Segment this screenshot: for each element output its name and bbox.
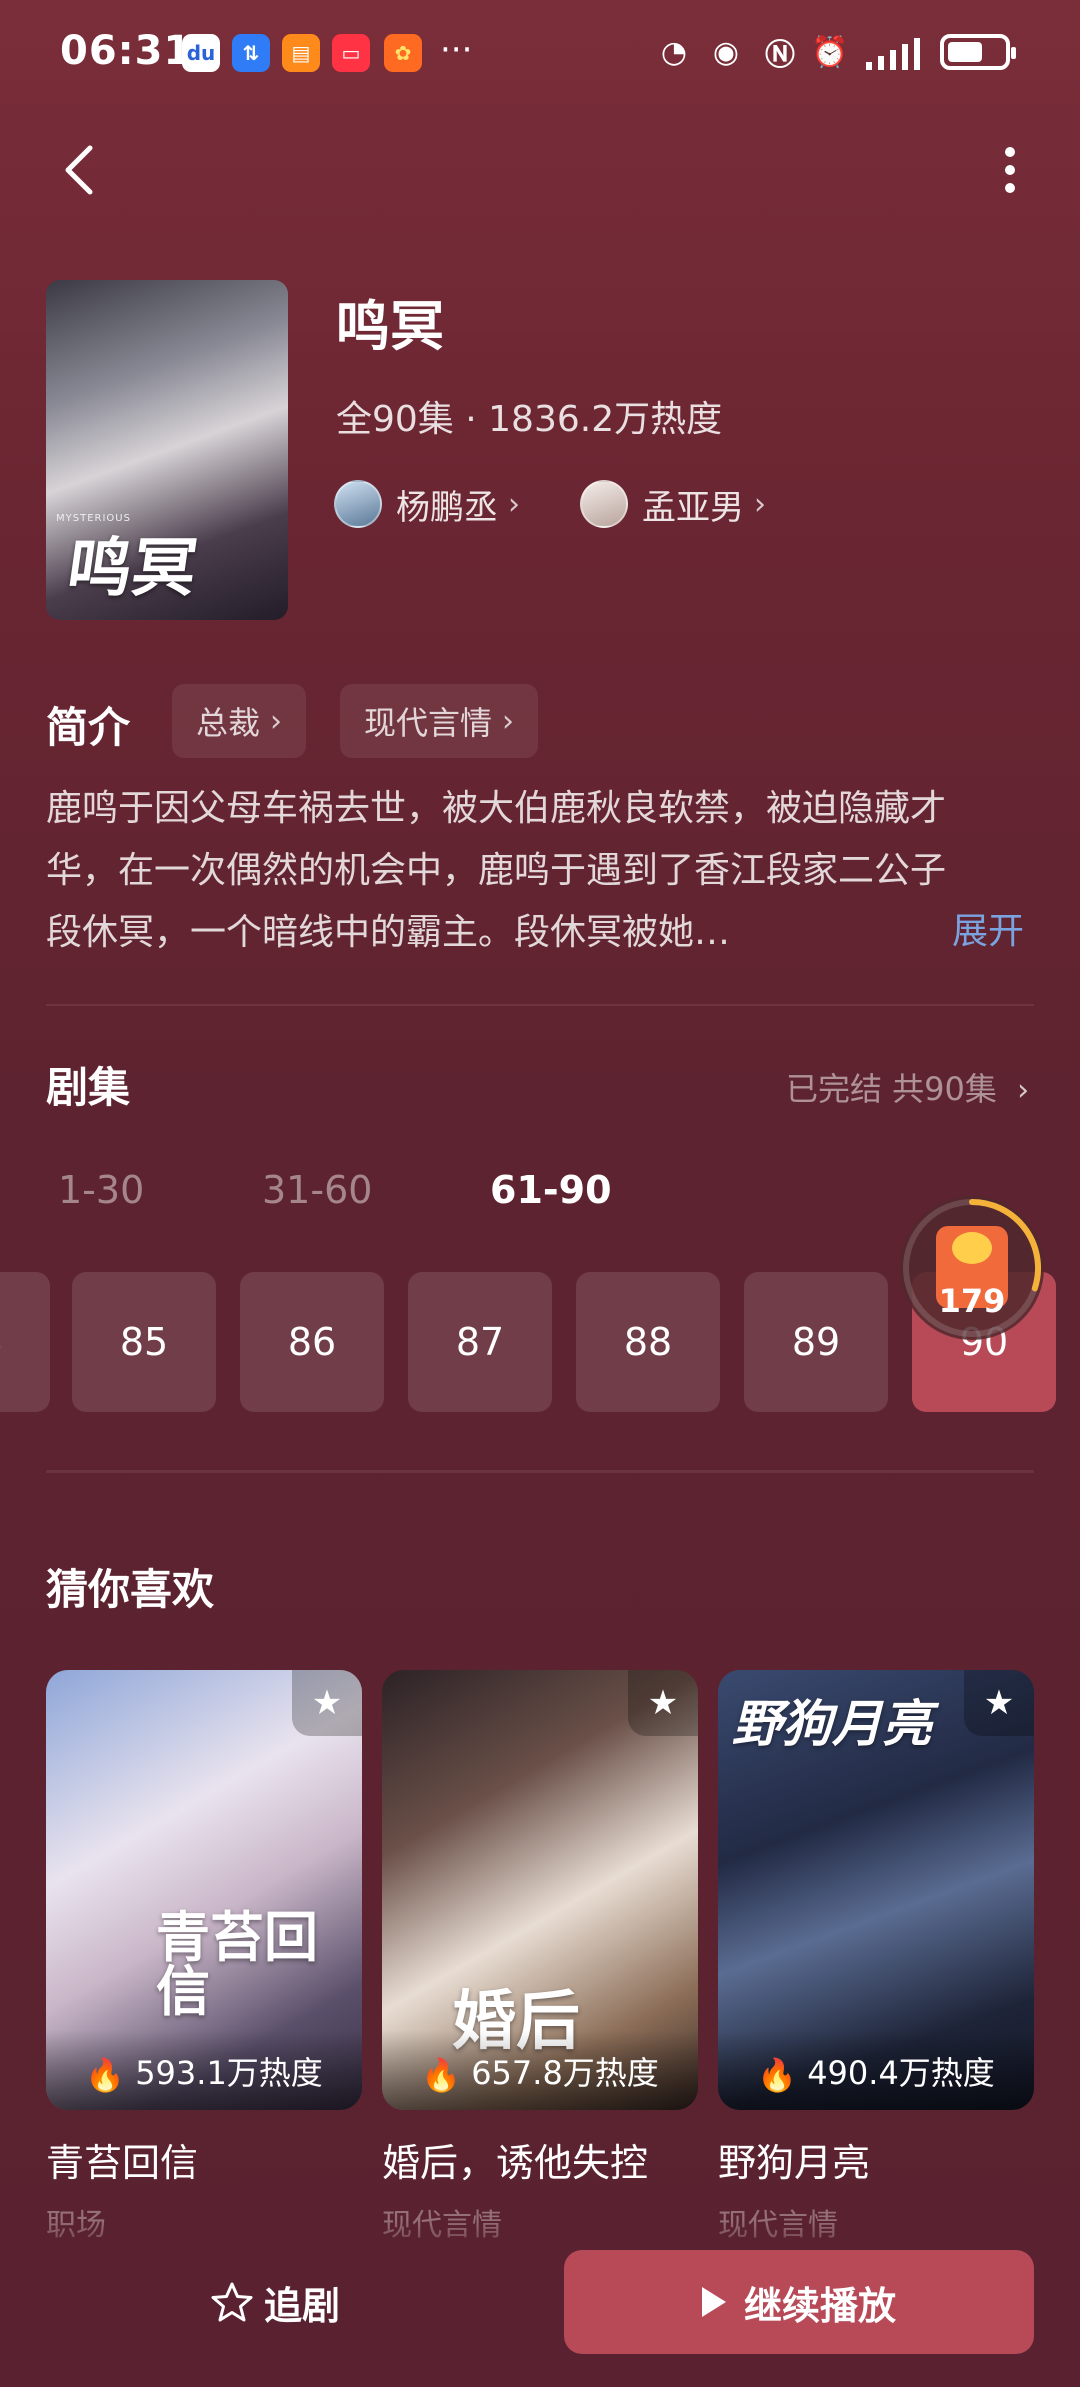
expand-link[interactable]: 展开	[952, 902, 1024, 954]
tag-chip[interactable]: 总裁 ›	[172, 684, 307, 758]
flame-icon: 🔥	[757, 2056, 808, 2094]
episode-button[interactable]: 87	[408, 1272, 552, 1412]
episode-number: 84	[0, 1320, 2, 1364]
synopsis: 鹿鸣于因父母车祸去世，被大伯鹿秋良软禁，被迫隐藏才华，在一次偶然的机会中，鹿鸣于…	[46, 788, 947, 953]
range-tab[interactable]: 1-30	[58, 1168, 144, 1212]
cover-subtitle: MYSTERIOUS	[56, 513, 131, 524]
chevron-right-icon: ›	[1017, 1073, 1030, 1108]
actor-link[interactable]: 杨鹏丞 ›	[334, 478, 520, 530]
signal-icon	[862, 36, 928, 72]
tag-label: 现代言情	[364, 704, 493, 742]
more-icon[interactable]	[990, 140, 1030, 200]
play-label: 继续播放	[743, 2283, 896, 2328]
recommend-card[interactable]: 青苔回信 ★ 🔥 593.1万热度	[46, 1670, 362, 2110]
episode-number: 87	[455, 1320, 505, 1364]
battery-icon	[940, 34, 1016, 70]
card-title[interactable]: 野狗月亮	[718, 2132, 870, 2187]
chevron-right-icon: ›	[502, 703, 515, 739]
episode-number: 85	[119, 1320, 169, 1364]
alarm-icon: ⏰	[811, 34, 849, 70]
recommend-card[interactable]: 野狗月亮 ★ 🔥 490.4万热度	[718, 1670, 1034, 2110]
card-art-text: 青苔回信	[156, 1905, 318, 2023]
avatar-icon	[580, 480, 628, 528]
episodes-status: 已完结 共90集	[786, 1070, 997, 1108]
chevron-right-icon: ›	[754, 486, 766, 522]
card-title[interactable]: 青苔回信	[46, 2132, 198, 2187]
star-icon[interactable]: ★	[292, 1670, 362, 1736]
episodes-status-link[interactable]: 已完结 共90集 ›	[786, 1064, 1029, 1110]
chevron-right-icon: ›	[270, 703, 283, 739]
card-heat: 🔥 490.4万热度	[718, 2030, 1034, 2110]
recommend-title: 猜你喜欢	[46, 1565, 215, 1614]
tag-label: 总裁	[196, 704, 261, 742]
range-tab[interactable]: 31-60	[262, 1168, 372, 1212]
n-icon: Ⓝ	[765, 38, 795, 73]
status-time: 06:31	[60, 28, 193, 74]
show-meta: 全90集 · 1836.2万热度	[336, 399, 723, 440]
follow-label: 追剧	[264, 2283, 341, 2328]
show-cover[interactable]: MYSTERIOUS 鸣冥	[46, 280, 288, 620]
card-heat-value: 593.1万热度	[135, 2054, 323, 2092]
card-title[interactable]: 婚后，诱他失控	[382, 2132, 648, 2187]
tag-chip[interactable]: 现代言情 ›	[340, 684, 539, 758]
avatar-icon	[334, 480, 382, 528]
episodes-title: 剧集	[46, 1063, 131, 1112]
episode-number: 88	[623, 1320, 673, 1364]
chevron-right-icon: ›	[508, 486, 520, 522]
play-icon	[701, 2287, 726, 2317]
cover-title-art: 鸣冥	[62, 531, 202, 607]
follow-button[interactable]: 追剧	[210, 2270, 340, 2334]
nfc-icon: ◔	[660, 34, 688, 70]
flame-icon: 🔥	[421, 2056, 472, 2094]
flame-icon: 🔥	[85, 2056, 136, 2094]
back-icon[interactable]	[52, 140, 112, 200]
eye-icon: ◉	[712, 34, 740, 70]
divider	[46, 1004, 1034, 1006]
intro-title: 简介	[46, 703, 131, 752]
star-icon[interactable]: ★	[628, 1670, 698, 1736]
episode-button[interactable]: 89	[744, 1272, 888, 1412]
game-icon: ✿	[384, 34, 422, 72]
episode-number: 89	[791, 1320, 841, 1364]
episode-button[interactable]: 84	[0, 1272, 50, 1412]
xiaomi-icon: ▤	[282, 34, 320, 72]
show-title: 鸣冥	[336, 295, 444, 358]
range-tab-active[interactable]: 61-90	[490, 1168, 612, 1212]
card-heat: 🔥 657.8万热度	[382, 2030, 698, 2110]
star-icon[interactable]: ★	[964, 1670, 1034, 1736]
continue-play-button[interactable]: 继续播放	[564, 2250, 1034, 2354]
actor-name: 孟亚男	[642, 487, 744, 528]
more-notifications-icon: ···	[440, 30, 473, 70]
actor-link[interactable]: 孟亚男 ›	[580, 478, 766, 530]
card-heat-value: 490.4万热度	[807, 2054, 995, 2092]
actor-name: 杨鹏丞	[396, 487, 498, 528]
reward-widget[interactable]: 179	[900, 1196, 1044, 1340]
card-heat-value: 657.8万热度	[471, 2054, 659, 2092]
episode-button[interactable]: 88	[576, 1272, 720, 1412]
reward-count: 179	[938, 1282, 1006, 1320]
divider	[46, 1470, 1034, 1473]
episode-number: 86	[287, 1320, 337, 1364]
transfer-icon: ⇅	[232, 34, 270, 72]
redbook-icon: ▭	[332, 34, 370, 72]
star-outline-icon	[211, 2282, 253, 2322]
episode-button[interactable]: 85	[72, 1272, 216, 1412]
card-heat: 🔥 593.1万热度	[46, 2030, 362, 2110]
recommend-card[interactable]: 婚后 ★ 🔥 657.8万热度	[382, 1670, 698, 2110]
status-bar: 06:31 du ⇅ ▤ ▭ ✿ ··· ◔ ◉ Ⓝ ⏰	[0, 0, 1080, 110]
episode-button[interactable]: 86	[240, 1272, 384, 1412]
card-art-text: 野狗月亮	[732, 1694, 932, 1753]
baidu-icon: du	[182, 34, 220, 72]
coin-icon	[952, 1232, 992, 1264]
